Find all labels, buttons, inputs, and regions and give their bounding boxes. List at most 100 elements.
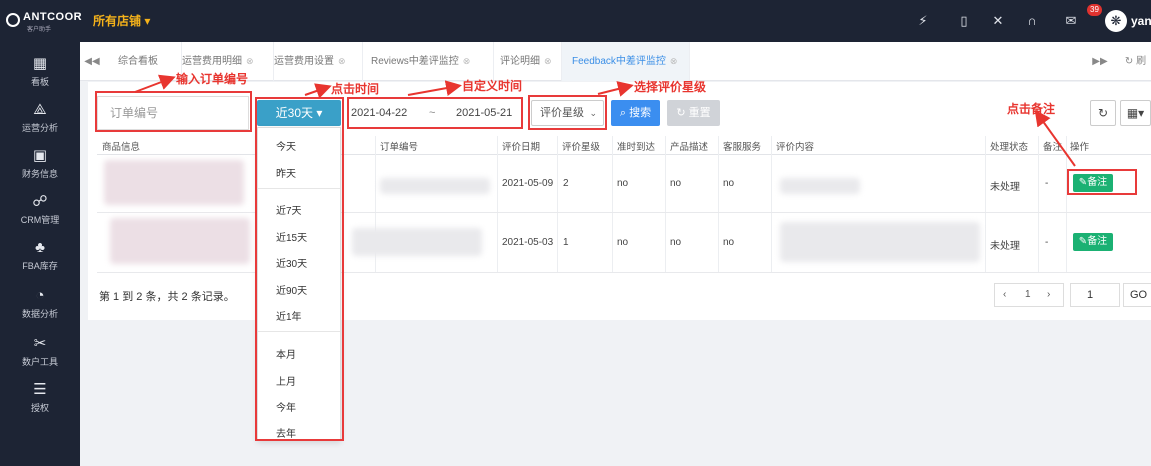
fullscreen-icon[interactable]: ✕ — [988, 11, 1008, 31]
logo[interactable]: ANTCOOR 客户助手 — [6, 9, 82, 33]
tab-op-expense-settings[interactable]: 运营费用设置 ⊗ — [274, 42, 363, 81]
review-content-blurred — [780, 178, 860, 194]
column-divider — [718, 136, 719, 273]
auth-icon: ☰ — [33, 381, 47, 398]
dashboard-icon: ▦ — [32, 55, 48, 72]
highlight-custom-date — [347, 97, 523, 129]
column-divider — [1038, 136, 1039, 273]
column-divider — [557, 136, 558, 273]
highlight-date-range — [255, 97, 344, 441]
tools-icon: ✂ — [33, 335, 47, 352]
refresh-tab-button[interactable]: ↻ 刷 — [1120, 42, 1151, 81]
store-selector[interactable]: 所有店铺 ▾ — [93, 12, 150, 29]
review-date: 2021-05-09 — [502, 178, 554, 189]
analysis-icon: ⟁ — [33, 101, 47, 118]
annotation-select-star: 选择评价星级 — [634, 80, 707, 94]
col-desc: 产品描述 — [670, 142, 709, 153]
col-service: 客服服务 — [723, 142, 762, 153]
tab-scroll-left-icon[interactable]: ◀◀ — [80, 42, 104, 81]
product-image-blurred — [104, 160, 244, 205]
close-icon[interactable]: ⊗ — [246, 56, 254, 66]
refresh-table-button[interactable]: ↻ — [1090, 100, 1116, 126]
ontime-value: no — [617, 178, 629, 189]
next-page-icon[interactable]: › — [1047, 289, 1050, 300]
sidebar-item-data[interactable]: ◔ 数据分析 — [0, 282, 80, 328]
service-value: no — [723, 237, 735, 248]
tab-label: 运营费用明细 — [182, 56, 242, 67]
logo-text: ANTCOOR — [23, 11, 83, 23]
plug-icon[interactable]: ⚡ — [913, 11, 933, 31]
close-icon[interactable]: ⊗ — [338, 56, 346, 66]
column-divider — [612, 136, 613, 273]
close-icon[interactable]: ⊗ — [544, 56, 552, 66]
column-divider — [771, 136, 772, 273]
note-button-label: 备注 — [1087, 236, 1108, 247]
service-value: no — [723, 178, 735, 189]
mail-icon[interactable]: ✉ — [1061, 11, 1081, 31]
sidebar-item-auth[interactable]: ☰ 授权 — [0, 376, 80, 422]
sidebar-item-crm[interactable]: ☍ CRM管理 — [0, 188, 80, 234]
tab-label: 评论明细 — [500, 56, 540, 67]
sidebar-item-label: 运营分析 — [21, 123, 58, 133]
sidebar-item-dashboard[interactable]: ▦ 看板 — [0, 50, 80, 96]
status-value: 未处理 — [990, 241, 1020, 252]
search-icon: ⌕ — [619, 107, 627, 119]
grid-icon: ▦▾ — [1126, 106, 1145, 120]
refresh-icon: ↻ — [1097, 106, 1109, 120]
column-divider — [665, 136, 666, 273]
headset-icon[interactable]: ∩ — [1022, 11, 1042, 31]
tab-feedback-monitor[interactable]: Feedback中差评监控 ⊗ — [562, 42, 690, 81]
sidebar-item-fba[interactable]: ♣ FBA库存 — [0, 234, 80, 280]
col-product: 商品信息 — [102, 142, 141, 153]
pagination: ‹ 1 › — [994, 283, 1064, 307]
annotation-click-time: 点击时间 — [331, 82, 380, 96]
status-value: 未处理 — [990, 182, 1020, 193]
tab-review-detail[interactable]: 评论明细 ⊗ — [494, 42, 562, 81]
col-order: 订单编号 — [380, 142, 419, 153]
reset-button[interactable]: ↻ 重置 — [667, 100, 720, 126]
highlight-note-button — [1067, 169, 1137, 195]
record-count: 第 1 到 2 条，共 2 条记录。 — [99, 291, 235, 303]
username[interactable]: yans — [1131, 14, 1151, 28]
logo-subtitle: 客户助手 — [27, 27, 52, 33]
tab-scroll-right-icon[interactable]: ▶▶ — [1090, 42, 1110, 81]
review-date: 2021-05-03 — [502, 237, 554, 248]
sidebar-item-operations[interactable]: ⟁ 运营分析 — [0, 96, 80, 142]
sidebar-item-label: CRM管理 — [20, 215, 60, 225]
sidebar-item-finance[interactable]: ▣ 财务信息 — [0, 142, 80, 188]
sidebar-item-label: 财务信息 — [21, 169, 58, 179]
columns-button[interactable]: ▦▾ — [1120, 100, 1151, 126]
tab-overview[interactable]: 综合看板 — [108, 42, 182, 81]
mail-badge: 39 — [1087, 4, 1102, 16]
prev-page-icon[interactable]: ‹ — [1003, 289, 1006, 300]
phone-icon[interactable]: ▯ — [954, 11, 974, 31]
star-value: 2 — [563, 178, 569, 189]
col-date: 评价日期 — [502, 142, 541, 153]
go-button[interactable]: GO — [1123, 283, 1151, 307]
sidebar-item-label: 看板 — [30, 77, 49, 87]
note-value: - — [1045, 237, 1049, 248]
current-page[interactable]: 1 — [1025, 289, 1031, 300]
logo-icon — [6, 13, 20, 27]
close-icon[interactable]: ⊗ — [463, 56, 471, 66]
reset-icon: ↻ — [676, 107, 686, 119]
sidebar-item-label: 授权 — [30, 403, 49, 413]
column-divider — [497, 136, 498, 273]
goto-page-input[interactable]: 1 — [1070, 283, 1120, 307]
review-content-blurred — [780, 222, 980, 262]
col-ontime: 准时到达 — [617, 142, 656, 153]
avatar[interactable]: ❋ — [1105, 10, 1127, 32]
note-button[interactable]: ✎备注 — [1073, 233, 1113, 251]
tab-label: 运营费用设置 — [274, 56, 334, 67]
close-icon[interactable]: ⊗ — [670, 56, 678, 66]
sidebar-item-tools[interactable]: ✂ 数户工具 — [0, 330, 80, 376]
tab-label: Feedback中差评监控 — [572, 56, 666, 67]
edit-icon: ✎ — [1078, 236, 1088, 247]
sidebar-item-label: 数据分析 — [21, 309, 58, 319]
search-button[interactable]: ⌕ 搜索 — [611, 100, 660, 126]
tab-label: Reviews中差评监控 — [371, 56, 459, 67]
tab-reviews-monitor[interactable]: Reviews中差评监控 ⊗ — [363, 42, 494, 81]
order-number-blurred — [352, 228, 482, 256]
desc-value: no — [670, 178, 682, 189]
column-divider — [985, 136, 986, 273]
